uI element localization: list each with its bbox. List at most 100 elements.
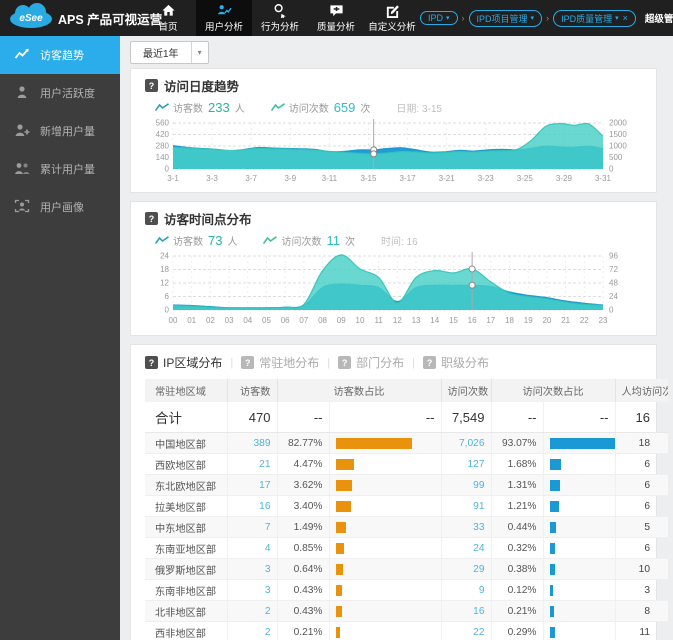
time-range-select[interactable]: 最近1年 ▾ [130, 40, 209, 64]
tab-label: 常驻地分布 [259, 356, 320, 370]
tab-department[interactable]: ? 部门分布 [338, 354, 404, 371]
visitors-count-link[interactable]: 21 [227, 453, 278, 475]
visitors-count-link[interactable]: 17 [227, 474, 278, 496]
pill-label: IPD项目管理 [476, 13, 528, 24]
col-region[interactable]: 常驻地区域 [145, 379, 228, 402]
region-row: 东北欧地区部 17 3.62% 99 1.31% 6 [145, 474, 668, 496]
custom-analysis-icon [385, 3, 400, 18]
visits-count-link[interactable]: 9 [441, 579, 492, 601]
visits-pct: 1.68% [491, 453, 544, 475]
daily-trend-card: ? 访问日度趋势 访客数 233 人 访问次数 659 次 日期: 3-15 0… [130, 68, 657, 193]
visits-count-link[interactable]: 16 [441, 600, 492, 622]
tab-residence[interactable]: ? 常驻地分布 [241, 354, 319, 371]
visits-pct-bar [543, 474, 616, 496]
visits-count-link[interactable]: 22 [441, 621, 492, 640]
visits-count-link[interactable]: 24 [441, 537, 492, 559]
help-icon: ? [422, 356, 436, 369]
visitors-count-link[interactable]: 4 [227, 537, 278, 559]
visitors-pct: 0.43% [277, 600, 330, 622]
visits-count-link[interactable]: 29 [441, 558, 492, 580]
logo[interactable]: eSee APS 产品可视运营 [0, 2, 162, 34]
visits-count-link[interactable]: 127 [441, 453, 492, 475]
visitors-pct: 3.40% [277, 495, 330, 517]
tab-grade[interactable]: ? 职级分布 [422, 354, 489, 371]
scope-pill-project[interactable]: IPD项目管理 ▾ [468, 9, 543, 27]
main-content: 最近1年 ▾ ? 访问日度趋势 访客数 233 人 访问次数 659 次 日期:… [120, 36, 673, 640]
total-visits-bar: -- [543, 402, 616, 433]
nav-user-analysis[interactable]: 用户分析 [196, 0, 252, 36]
total-avg: 16 [615, 402, 668, 433]
svg-text:04: 04 [243, 316, 252, 325]
sidebar-item-visitor-trend[interactable]: 访客趋势 [0, 36, 120, 74]
sidebar-item-total-users[interactable]: 累计用户量 [0, 150, 120, 188]
sidebar-item-user-portrait[interactable]: 用户画像 [0, 188, 120, 226]
visitors-count-link[interactable]: 3 [227, 579, 278, 601]
avg-visits: 6 [615, 495, 668, 517]
hourly-distribution-chart[interactable]: 0 06 2412 4818 7224 9600 01 02 03 04 05 06 07 08 09 10 1… [145, 250, 644, 330]
visitors-pct-bar [329, 516, 442, 538]
svg-text:3-3: 3-3 [206, 174, 218, 183]
visits-pct-bar [543, 621, 616, 640]
sidebar-item-new-users[interactable]: 新增用户量 [0, 112, 120, 150]
col-avg-visits[interactable]: 人均访问次数 [615, 379, 668, 402]
col-visitors-pct[interactable]: 访客数占比 [277, 379, 442, 402]
col-visits-pct[interactable]: 访问次数占比 [491, 379, 616, 402]
col-visits[interactable]: 访问次数 [441, 379, 492, 402]
visits-pct: 0.12% [491, 579, 544, 601]
visits-count-link[interactable]: 99 [441, 474, 492, 496]
svg-text:09: 09 [337, 316, 346, 325]
help-icon[interactable]: ? [145, 79, 158, 92]
svg-text:10: 10 [356, 316, 365, 325]
nav-custom-analysis[interactable]: 自定义分析 [364, 0, 420, 36]
visitors-pct: 0.85% [277, 537, 330, 559]
sidebar-item-user-activity[interactable]: 用户活跃度 [0, 74, 120, 112]
close-icon[interactable]: × [623, 13, 628, 23]
svg-text:2000: 2000 [609, 119, 627, 128]
svg-text:3-11: 3-11 [322, 174, 338, 183]
visitors-count-link[interactable]: 2 [227, 600, 278, 622]
region-row: 西非地区部 2 0.21% 22 0.29% 11 [145, 621, 668, 640]
visitors-count-link[interactable]: 16 [227, 495, 278, 517]
svg-text:17: 17 [486, 316, 495, 325]
svg-text:6: 6 [165, 292, 170, 301]
col-visitors[interactable]: 访客数 [227, 379, 278, 402]
visits-pct-bar [543, 558, 616, 580]
help-icon: ? [145, 356, 158, 369]
visitors-pct-bar [329, 495, 442, 517]
svg-text:3-31: 3-31 [595, 174, 612, 183]
svg-text:0: 0 [165, 306, 170, 315]
tab-ip-region[interactable]: ? IP区域分布 [145, 354, 222, 371]
svg-text:24: 24 [609, 292, 618, 301]
nav-home[interactable]: 首页 [140, 0, 196, 36]
region-table-rows: 中国地区部 389 82.77% 7,026 93.07% 18 西欧地区部 21 4.47% 1… [145, 432, 668, 640]
scope-pill-quality[interactable]: IPD质量管理 ▾ × [553, 9, 636, 27]
quality-analysis-icon [329, 3, 344, 18]
svg-text:560: 560 [156, 119, 170, 128]
svg-text:12: 12 [160, 279, 169, 288]
daily-trend-chart[interactable]: 0 0 140 500 280 1000 420 1500 560 2000 3-1 3-3 3-7 3-… [145, 117, 644, 187]
nav-behavior-analysis[interactable]: 行为分析 [252, 0, 308, 36]
visits-count-link[interactable]: 91 [441, 495, 492, 517]
chevron-down-icon: ▾ [530, 15, 535, 22]
svg-text:15: 15 [449, 316, 458, 325]
svg-text:72: 72 [609, 265, 618, 274]
user-plus-icon [14, 123, 30, 139]
visitors-count-link[interactable]: 3 [227, 558, 278, 580]
region-name: 中东地区部 [145, 516, 228, 538]
visits-pct: 0.21% [491, 600, 544, 622]
legend-visitors: 访客数 73 人 [154, 233, 237, 248]
total-visitors-pct: -- [277, 402, 330, 433]
visits-pct: 1.21% [491, 495, 544, 517]
app-root: eSee APS 产品可视运营 首页 用户分析 行为分析 质量分析 自定义分析 … [0, 0, 673, 640]
total-visits-pct: -- [491, 402, 544, 433]
nav-quality-analysis[interactable]: 质量分析 [308, 0, 364, 36]
visits-count-link[interactable]: 7,026 [441, 432, 492, 454]
scope-pill-ipd[interactable]: IPD ▾ [420, 11, 458, 25]
legend-visitors: 访客数 233 人 [154, 100, 245, 115]
visits-count-link[interactable]: 33 [441, 516, 492, 538]
help-icon[interactable]: ? [145, 212, 158, 225]
visitors-count-link[interactable]: 389 [227, 432, 278, 454]
visitors-pct: 82.77% [277, 432, 330, 454]
visitors-count-link[interactable]: 2 [227, 621, 278, 640]
visitors-count-link[interactable]: 7 [227, 516, 278, 538]
